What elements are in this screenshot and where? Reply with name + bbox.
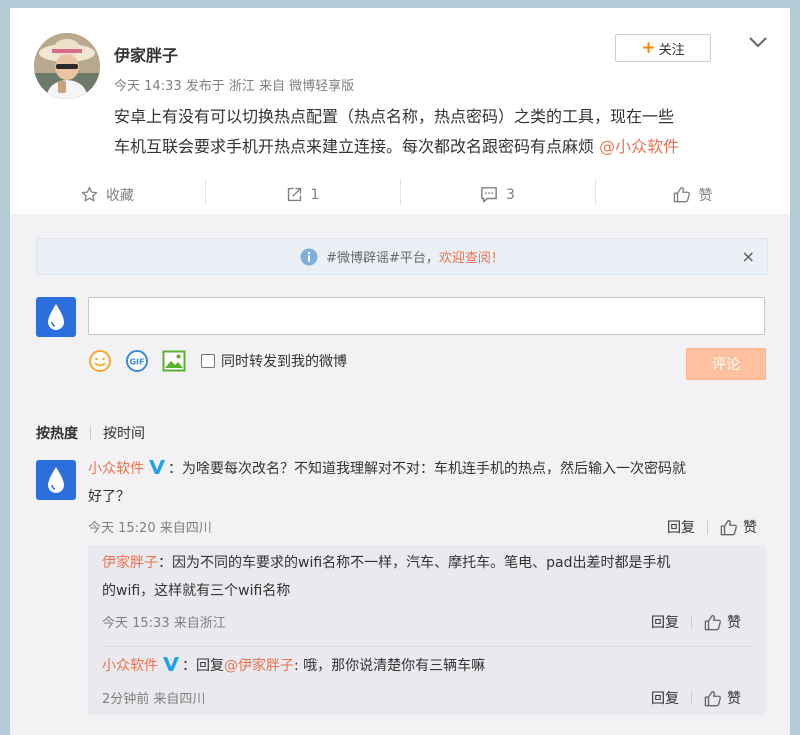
repost-count: 1 [310, 186, 320, 203]
sort-divider [90, 426, 91, 440]
notice-link[interactable]: 欢迎查阅！ [439, 247, 504, 266]
plus-icon: + [641, 37, 656, 58]
notice-text: #微博辟谣#平台， [326, 251, 439, 266]
emoji-icon[interactable] [88, 349, 112, 373]
reply-line: 小众软件 ：回复@伊家胖子: 哦，那你说清楚你有三辆车嘛 [102, 652, 752, 680]
comment-like-button[interactable]: 赞 [720, 517, 757, 537]
tab-sort-hot[interactable]: 按热度 [36, 423, 78, 443]
repost-checkbox-label: 同时转发到我的微博 [221, 354, 347, 370]
comment-count: 3 [506, 186, 515, 203]
post-content: 安卓上有没有可以切换热点配置（热点名称，热点密码）之类的工具，现在一些 车机互联… [114, 102, 774, 162]
reply-thread: 伊家胖子：因为不同的车要求的wifi名称不一样，汽车、摩托车。笔电、pad出差时… [88, 545, 766, 715]
comment-text: 小众软件 ：为啥要每次改名？不知道我理解对不对：车机连手机的热点，然后输入一次密码… [88, 455, 768, 511]
reply-author-name[interactable]: 伊家胖子 [102, 555, 158, 571]
comment-line: 小众软件 ：为啥要每次改名？不知道我理解对不对：车机连手机的热点，然后输入一次密码… [88, 455, 768, 483]
thumbs-up-icon [720, 519, 737, 535]
weibo-card: 伊家胖子 今天 14:33 发布于 浙江 来自 微博轻享版 + 关注 安卓上有没… [10, 8, 790, 735]
thumbs-up-icon [673, 187, 690, 203]
reply-like-label: 赞 [727, 615, 741, 631]
comment-body: ：为啥要每次改名？不知道我理解对不对：车机连手机的热点，然后输入一次密码就 [168, 461, 686, 477]
favorite-label: 收藏 [106, 187, 134, 204]
reply-divider [102, 646, 752, 647]
tab-sort-time[interactable]: 按时间 [103, 423, 145, 443]
submit-comment-button[interactable]: 评论 [686, 348, 766, 380]
reply-author-name[interactable]: 小众软件 [102, 658, 158, 674]
follow-label: 关注 [658, 42, 685, 58]
reply-actions: 回复 赞 [651, 612, 741, 632]
like-button[interactable]: 赞 [595, 175, 790, 214]
reply-button[interactable]: 回复 [651, 612, 679, 632]
comment-toolbar: GIF 同时转发到我的微博 [88, 349, 347, 373]
reply-like-button[interactable]: 赞 [704, 612, 741, 632]
chevron-down-icon[interactable] [748, 34, 768, 50]
action-divider [707, 520, 708, 534]
comment-like-label: 赞 [743, 520, 757, 536]
mention-link[interactable]: @小众软件 [599, 137, 679, 156]
comment-actions: 回复 赞 [667, 517, 757, 537]
post-text-segment: 车机互联会要求手机开热点来建立连接。每次都改名跟密码有点麻烦 [114, 137, 600, 156]
reply-body: : 哦，那你说清楚你有三辆车嘛 [294, 658, 486, 674]
gif-icon[interactable]: GIF [125, 349, 149, 373]
post-text-line: 车机互联会要求手机开热点来建立连接。每次都改名跟密码有点麻烦 @小众软件 [114, 132, 774, 162]
commenter-name[interactable]: 小众软件 [88, 461, 144, 477]
checkbox-box[interactable] [201, 354, 215, 368]
author-avatar[interactable] [34, 33, 100, 99]
reply-text: 伊家胖子：因为不同的车要求的wifi名称不一样，汽车、摩托车。笔电、pad出差时… [102, 549, 752, 605]
repost-checkbox[interactable]: 同时转发到我的微博 [201, 351, 347, 371]
reply-body: ：因为不同的车要求的wifi名称不一样，汽车、摩托车。笔电、pad出差时都是手机 [158, 555, 671, 571]
info-icon [300, 248, 318, 265]
reply-like-label: 赞 [727, 691, 741, 707]
reply-button[interactable]: 回复 [667, 517, 695, 537]
svg-text:GIF: GIF [129, 358, 144, 367]
author-name[interactable]: 伊家胖子 [114, 42, 178, 66]
action-bar: 收藏 1 3 赞 [10, 175, 790, 221]
comment-meta: 今天 15:20 来自四川 [88, 521, 212, 536]
water-drop-icon [48, 304, 64, 330]
reply-button[interactable]: 回复 [651, 688, 679, 708]
close-icon[interactable]: × [742, 247, 755, 266]
thumbs-up-icon [704, 690, 721, 706]
reply-like-button[interactable]: 赞 [704, 688, 741, 708]
verified-badge-icon [149, 460, 165, 474]
favorite-button[interactable]: 收藏 [10, 175, 205, 214]
thumbs-up-icon [704, 614, 721, 630]
comment-input[interactable] [88, 297, 765, 335]
comment-area: #微博辟谣#平台， 欢迎查阅！ × GIF 同时转发到我的微博 评论 按热度 按… [10, 215, 790, 735]
mention-link[interactable]: @伊家胖子 [224, 658, 294, 674]
comment-icon [481, 187, 497, 203]
post-text-line: 安卓上有没有可以切换热点配置（热点名称，热点密码）之类的工具，现在一些 [114, 107, 675, 126]
post-meta: 今天 14:33 发布于 浙江 来自 微博轻享版 [114, 79, 355, 94]
verified-badge-icon [163, 657, 179, 671]
star-icon [81, 186, 98, 202]
reply-meta: 今天 15:33 来自浙江 [102, 616, 226, 631]
commenter-avatar[interactable] [36, 460, 76, 500]
reply-meta: 2分钟前 来自四川 [102, 692, 206, 707]
repost-icon [287, 187, 301, 202]
follow-button[interactable]: + 关注 [615, 34, 711, 62]
current-user-avatar [36, 297, 76, 337]
comment-line: 好了？ [88, 489, 130, 505]
rumor-notice-bar: #微博辟谣#平台， 欢迎查阅！ × [36, 238, 768, 275]
action-divider [691, 615, 692, 629]
reply-line: 的wifi，这样就有三个wifi名称 [102, 583, 291, 599]
comment-button[interactable]: 3 [400, 175, 595, 221]
reply-body: ：回复 [182, 658, 224, 674]
water-drop-icon [48, 467, 64, 493]
sort-tabs: 按热度 按时间 [36, 423, 145, 443]
image-icon[interactable] [162, 350, 186, 372]
reply-text: 小众软件 ：回复@伊家胖子: 哦，那你说清楚你有三辆车嘛 [102, 652, 752, 680]
repost-button[interactable]: 1 [205, 175, 400, 214]
reply-line: 伊家胖子：因为不同的车要求的wifi名称不一样，汽车、摩托车。笔电、pad出差时… [102, 549, 752, 577]
action-divider [691, 691, 692, 705]
reply-actions: 回复 赞 [651, 688, 741, 708]
like-label: 赞 [698, 187, 713, 204]
